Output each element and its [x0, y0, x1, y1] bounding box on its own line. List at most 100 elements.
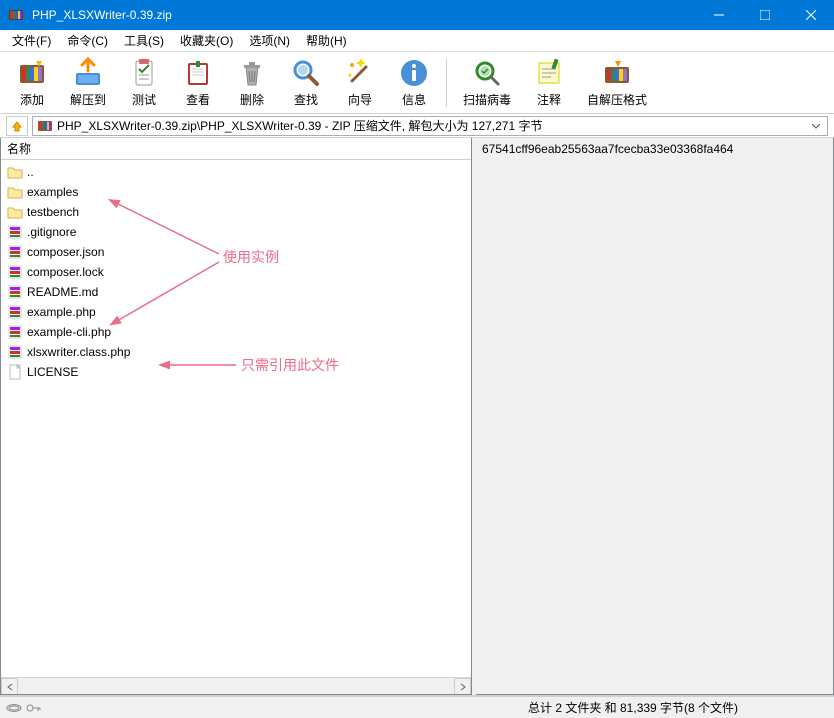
close-button[interactable] [788, 0, 834, 30]
preview-panel: 67541cff96eab25563aa7fcecba33e03368fa464 [476, 138, 834, 695]
column-header-name[interactable]: 名称 [1, 138, 471, 160]
sfx-icon [601, 57, 633, 89]
menubar: 文件(F) 命令(C) 工具(S) 收藏夹(O) 选项(N) 帮助(H) [0, 30, 834, 52]
archive-icon [37, 118, 53, 134]
file-row[interactable]: composer.lock [1, 262, 471, 282]
file-icon [7, 264, 23, 280]
preview-text: 67541cff96eab25563aa7fcecba33e03368fa464 [482, 142, 733, 156]
extract-button[interactable]: 解压到 [60, 55, 116, 111]
pathbar: PHP_XLSXWriter-0.39.zip\PHP_XLSXWriter-0… [0, 114, 834, 138]
window-title: PHP_XLSXWriter-0.39.zip [32, 8, 696, 22]
wizard-label: 向导 [348, 91, 372, 108]
menu-tools[interactable]: 工具(S) [116, 30, 172, 51]
info-button[interactable]: 信息 [388, 55, 440, 111]
up-arrow-icon [10, 119, 24, 133]
info-label: 信息 [402, 91, 426, 108]
file-icon [7, 344, 23, 360]
file-icon [7, 224, 23, 240]
file-row[interactable]: composer.json [1, 242, 471, 262]
file-name: example.php [27, 305, 96, 319]
up-button[interactable] [6, 116, 28, 136]
comment-button[interactable]: 注释 [523, 55, 575, 111]
extract-label: 解压到 [70, 91, 106, 108]
file-row[interactable]: xlsxwriter.class.php [1, 342, 471, 362]
add-button[interactable]: 添加 [6, 55, 58, 111]
file-row[interactable]: .gitignore [1, 222, 471, 242]
file-name: README.md [27, 285, 98, 299]
find-button[interactable]: 查找 [280, 55, 332, 111]
file-name: examples [27, 185, 78, 199]
titlebar: PHP_XLSXWriter-0.39.zip [0, 0, 834, 30]
file-name: LICENSE [27, 365, 78, 379]
file-list[interactable]: .. examples testbench .gitignore composer.js… [1, 160, 471, 384]
file-icon [7, 284, 23, 300]
chevron-down-icon [812, 122, 820, 130]
menu-help[interactable]: 帮助(H) [298, 30, 355, 51]
minimize-button[interactable] [696, 0, 742, 30]
folder-icon [7, 164, 23, 180]
books-icon [16, 57, 48, 89]
file-row[interactable]: .. [1, 162, 471, 182]
file-panel: 名称 .. examples testbench .gitignore composer… [0, 138, 472, 695]
folder-icon [7, 204, 23, 220]
menu-commands[interactable]: 命令(C) [59, 30, 116, 51]
file-name: composer.lock [27, 265, 104, 279]
folder-icon [7, 184, 23, 200]
file-row[interactable]: README.md [1, 282, 471, 302]
toolbar: 添加 解压到 测试 查看 删除 查找 向导 信息 扫描病毒 注释 自解压格式 [0, 52, 834, 114]
wand-icon [344, 57, 376, 89]
wizard-button[interactable]: 向导 [334, 55, 386, 111]
file-name: xlsxwriter.class.php [27, 345, 130, 359]
status-text: 总计 2 文件夹 和 81,339 字节(8 个文件) [48, 699, 738, 716]
clipboard-icon [128, 57, 160, 89]
scan-button[interactable]: 扫描病毒 [453, 55, 521, 111]
test-button[interactable]: 测试 [118, 55, 170, 111]
path-field[interactable]: PHP_XLSXWriter-0.39.zip\PHP_XLSXWriter-0… [32, 116, 828, 136]
path-text: PHP_XLSXWriter-0.39.zip\PHP_XLSXWriter-0… [57, 117, 809, 134]
scroll-right-button[interactable] [454, 678, 471, 695]
file-name: composer.json [27, 245, 104, 259]
file-icon [7, 244, 23, 260]
file-row[interactable]: example.php [1, 302, 471, 322]
file-row[interactable]: examples [1, 182, 471, 202]
file-row[interactable]: LICENSE [1, 362, 471, 382]
key-icon [26, 703, 42, 713]
search-icon [290, 57, 322, 89]
menu-options[interactable]: 选项(N) [241, 30, 298, 51]
scroll-track[interactable] [18, 678, 454, 694]
shield-icon [471, 57, 503, 89]
extract-icon [72, 57, 104, 89]
add-label: 添加 [20, 91, 44, 108]
sfx-button[interactable]: 自解压格式 [577, 55, 657, 111]
horizontal-scrollbar[interactable] [1, 677, 471, 694]
file-name: .gitignore [27, 225, 76, 239]
file-name: example-cli.php [27, 325, 111, 339]
comment-label: 注释 [537, 91, 561, 108]
file-icon [7, 364, 23, 380]
scroll-left-button[interactable] [1, 678, 18, 695]
toolbar-separator [446, 59, 447, 107]
sfx-label: 自解压格式 [587, 91, 647, 108]
file-name: testbench [27, 205, 79, 219]
app-icon [8, 7, 24, 23]
delete-button[interactable]: 删除 [226, 55, 278, 111]
path-dropdown-button[interactable] [809, 122, 823, 130]
file-icon [7, 324, 23, 340]
file-icon [7, 304, 23, 320]
delete-label: 删除 [240, 91, 264, 108]
view-button[interactable]: 查看 [172, 55, 224, 111]
view-label: 查看 [186, 91, 210, 108]
info-icon [398, 57, 430, 89]
scan-label: 扫描病毒 [463, 91, 511, 108]
trash-icon [236, 57, 268, 89]
statusbar: 总计 2 文件夹 和 81,339 字节(8 个文件) [0, 696, 834, 718]
note-icon [533, 57, 565, 89]
disk-icon [6, 703, 22, 713]
menu-file[interactable]: 文件(F) [4, 30, 59, 51]
test-label: 测试 [132, 91, 156, 108]
maximize-button[interactable] [742, 0, 788, 30]
file-row[interactable]: testbench [1, 202, 471, 222]
menu-favorites[interactable]: 收藏夹(O) [172, 30, 241, 51]
file-row[interactable]: example-cli.php [1, 322, 471, 342]
file-name: .. [27, 165, 34, 179]
